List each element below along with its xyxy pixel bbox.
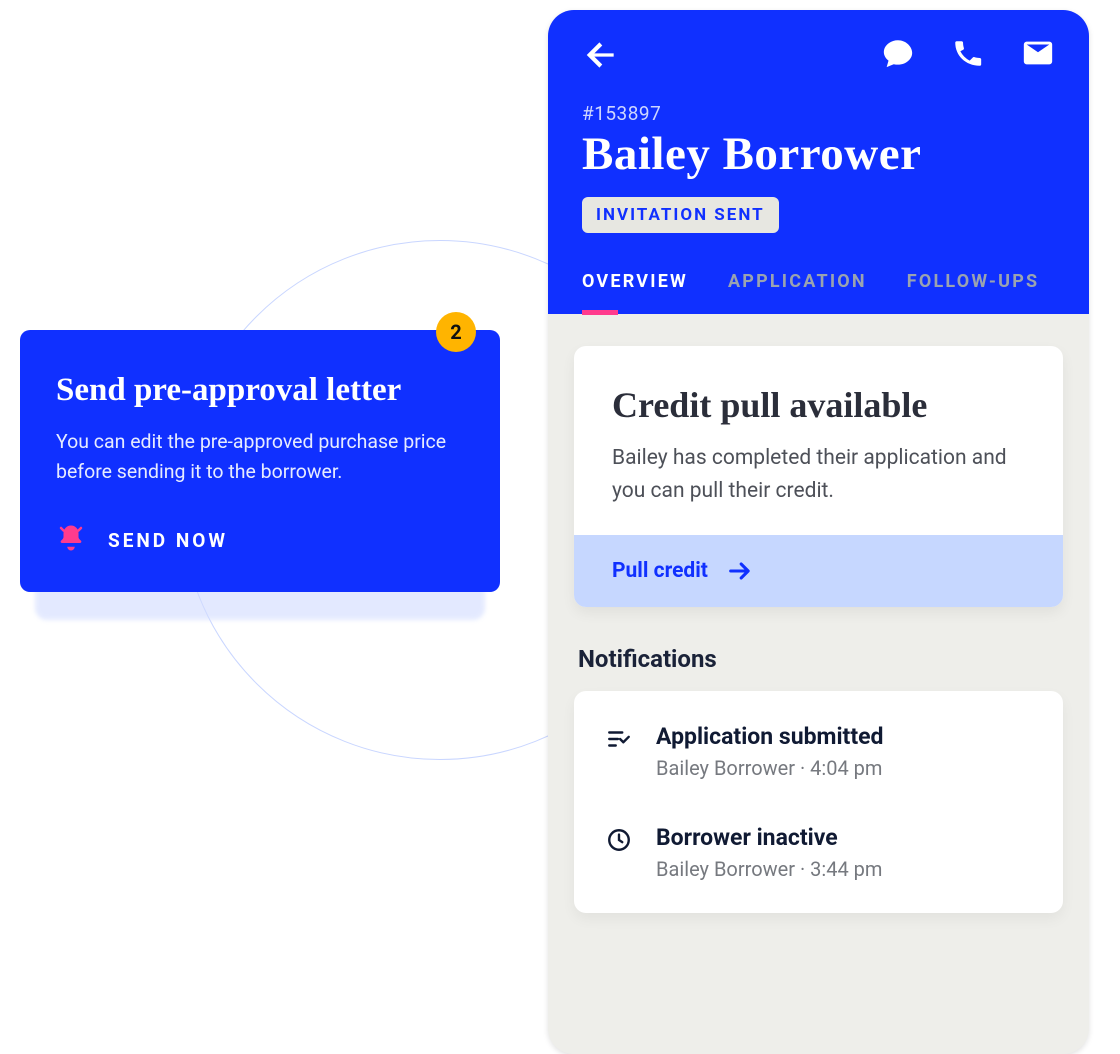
- clock-icon: [604, 824, 634, 853]
- notification-item[interactable]: Borrower inactive Bailey Borrower · 3:44…: [594, 802, 1043, 903]
- notification-meta: Bailey Borrower · 3:44 pm: [656, 857, 882, 881]
- borrower-tabs: OVERVIEW APPLICATION FOLLOW-UPS: [582, 271, 1055, 314]
- case-id: #153897: [582, 102, 1055, 125]
- credit-pull-card: Credit pull available Bailey has complet…: [574, 346, 1063, 607]
- tab-overview[interactable]: OVERVIEW: [582, 271, 688, 314]
- credit-pull-body: Bailey has completed their application a…: [612, 442, 1025, 507]
- borrower-name: Bailey Borrower: [582, 127, 1055, 181]
- pull-credit-label: Pull credit: [612, 559, 708, 583]
- send-now-button[interactable]: SEND NOW: [56, 523, 464, 558]
- notification-title: Borrower inactive: [656, 824, 882, 851]
- arrow-left-icon: [582, 36, 620, 74]
- notifications-heading: Notifications: [578, 645, 1063, 673]
- preapproval-badge: 2: [436, 312, 476, 352]
- preapproval-description: You can edit the pre-approved purchase p…: [56, 427, 464, 487]
- pull-credit-button[interactable]: Pull credit: [574, 535, 1063, 607]
- tab-application[interactable]: APPLICATION: [728, 271, 867, 314]
- email-button[interactable]: [1021, 36, 1055, 74]
- status-badge: INVITATION SENT: [582, 197, 779, 233]
- notification-list: Application submitted Bailey Borrower · …: [574, 691, 1063, 913]
- credit-pull-title: Credit pull available: [612, 384, 1025, 426]
- borrower-detail-screen: #153897 Bailey Borrower INVITATION SENT …: [548, 10, 1089, 1054]
- phone-icon: [951, 36, 985, 70]
- arrow-right-icon: [726, 557, 754, 585]
- mail-icon: [1021, 36, 1055, 70]
- chat-icon: [881, 36, 915, 70]
- preapproval-title: Send pre-approval letter: [56, 372, 464, 409]
- preapproval-card: 2 Send pre-approval letter You can edit …: [20, 330, 500, 592]
- tab-follow-ups[interactable]: FOLLOW-UPS: [907, 271, 1039, 314]
- bell-icon: [56, 523, 86, 558]
- chat-button[interactable]: [881, 36, 915, 74]
- back-button[interactable]: [582, 36, 620, 74]
- borrower-content: Credit pull available Bailey has complet…: [548, 314, 1089, 1054]
- notification-title: Application submitted: [656, 723, 883, 750]
- borrower-header: #153897 Bailey Borrower INVITATION SENT …: [548, 10, 1089, 314]
- call-button[interactable]: [951, 36, 985, 74]
- send-now-label: SEND NOW: [108, 529, 228, 552]
- notification-meta: Bailey Borrower · 4:04 pm: [656, 756, 883, 780]
- notification-item[interactable]: Application submitted Bailey Borrower · …: [594, 701, 1043, 802]
- checklist-icon: [604, 723, 634, 752]
